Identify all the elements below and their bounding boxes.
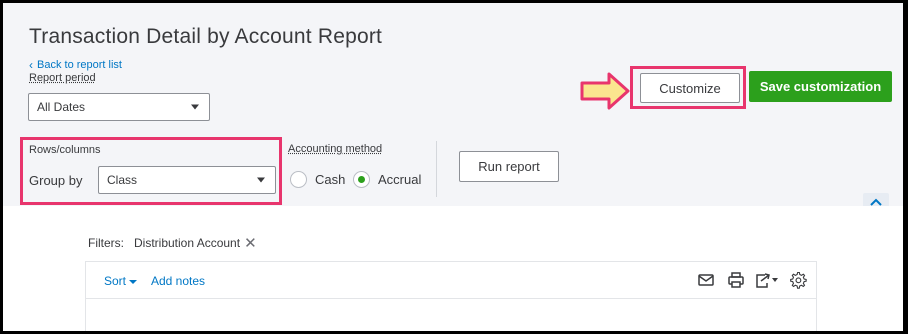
report-period-label: Report period xyxy=(29,72,96,84)
export-icon xyxy=(756,273,778,288)
page-title: Transaction Detail by Account Report xyxy=(29,25,383,48)
filters-label: Filters: xyxy=(88,236,124,250)
add-notes-link[interactable]: Add notes xyxy=(151,274,205,288)
radio-accrual[interactable]: Accrual xyxy=(353,171,421,188)
chevron-left-icon: ‹ xyxy=(29,58,33,72)
radio-cash[interactable]: Cash xyxy=(290,171,345,188)
caret-down-icon xyxy=(257,177,265,183)
print-icon xyxy=(728,272,744,288)
export-button[interactable] xyxy=(754,271,780,289)
chevron-up-icon xyxy=(870,198,882,206)
customize-button[interactable]: Customize xyxy=(640,73,740,103)
email-icon xyxy=(698,274,714,286)
gear-icon xyxy=(789,271,807,289)
accounting-method-label: Accounting method xyxy=(288,143,383,155)
radio-accrual-label: Accrual xyxy=(378,172,422,187)
radio-cash-circle[interactable] xyxy=(290,171,307,188)
back-to-report-list-link[interactable]: ‹ Back to report list xyxy=(29,59,122,71)
back-link-label: Back to report list xyxy=(37,59,122,71)
report-page: Transaction Detail by Account Report ‹ B… xyxy=(3,3,903,331)
filters-bar: Filters: Distribution Account ✕ xyxy=(88,234,257,252)
report-content-area: Filters: Distribution Account ✕ Sort Add… xyxy=(3,206,903,331)
print-button[interactable] xyxy=(726,271,746,289)
sort-label: Sort xyxy=(104,274,127,288)
report-period-value: All Dates xyxy=(37,100,86,114)
save-customization-button[interactable]: Save customization xyxy=(749,71,892,102)
radio-accrual-circle[interactable] xyxy=(353,171,370,188)
report-toolbar: Sort Add notes xyxy=(86,262,816,299)
group-by-label: Group by xyxy=(29,173,83,188)
arrow-right-icon xyxy=(580,72,630,110)
caret-down-icon xyxy=(191,104,199,110)
caret-down-icon xyxy=(129,279,138,284)
rows-columns-label: Rows/columns xyxy=(29,144,101,156)
filter-chip-label: Distribution Account xyxy=(134,236,241,250)
divider xyxy=(436,141,437,197)
group-by-select[interactable]: Class xyxy=(98,166,276,194)
settings-button[interactable] xyxy=(788,271,808,289)
email-button[interactable] xyxy=(696,271,716,289)
report-card: Sort Add notes xyxy=(85,261,817,331)
run-report-button[interactable]: Run report xyxy=(459,151,559,182)
radio-cash-label: Cash xyxy=(315,172,346,187)
sort-dropdown[interactable]: Sort xyxy=(104,274,138,288)
report-period-select[interactable]: All Dates xyxy=(28,93,210,121)
close-icon[interactable]: ✕ xyxy=(244,234,257,252)
group-by-value: Class xyxy=(107,173,138,187)
